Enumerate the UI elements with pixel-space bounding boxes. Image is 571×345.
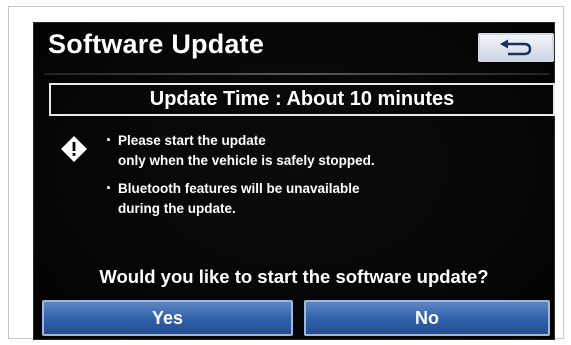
- note-line: only when the vehicle is safely stopped.: [118, 153, 375, 168]
- no-button-label: No: [415, 307, 439, 328]
- update-dialog: Software Update Update Time : About 10 m…: [33, 22, 555, 340]
- update-time-text: Update Time : About 10 minutes: [149, 88, 455, 110]
- note-line: Bluetooth features will be unavailable: [118, 181, 360, 196]
- back-arrow-icon: [498, 39, 534, 57]
- yes-button[interactable]: Yes: [42, 300, 293, 336]
- note-item: Please start the update only when the ve…: [106, 131, 375, 171]
- note-line: Please start the update: [118, 133, 266, 148]
- device-frame: Software Update Update Time : About 10 m…: [8, 6, 564, 340]
- notes-list: Please start the update only when the ve…: [106, 131, 375, 227]
- yes-button-label: Yes: [151, 307, 184, 328]
- back-button[interactable]: [478, 33, 554, 62]
- warning-diamond-icon: [60, 135, 88, 163]
- no-button[interactable]: No: [304, 300, 550, 336]
- note-line: during the update.: [118, 201, 236, 216]
- note-item: Bluetooth features will be unavailable d…: [106, 179, 375, 219]
- update-time-banner: Update Time : About 10 minutes: [49, 83, 555, 116]
- title-divider: [44, 73, 550, 75]
- dialog-title: Software Update: [48, 29, 265, 59]
- confirm-question: Would you like to start the software upd…: [99, 266, 489, 287]
